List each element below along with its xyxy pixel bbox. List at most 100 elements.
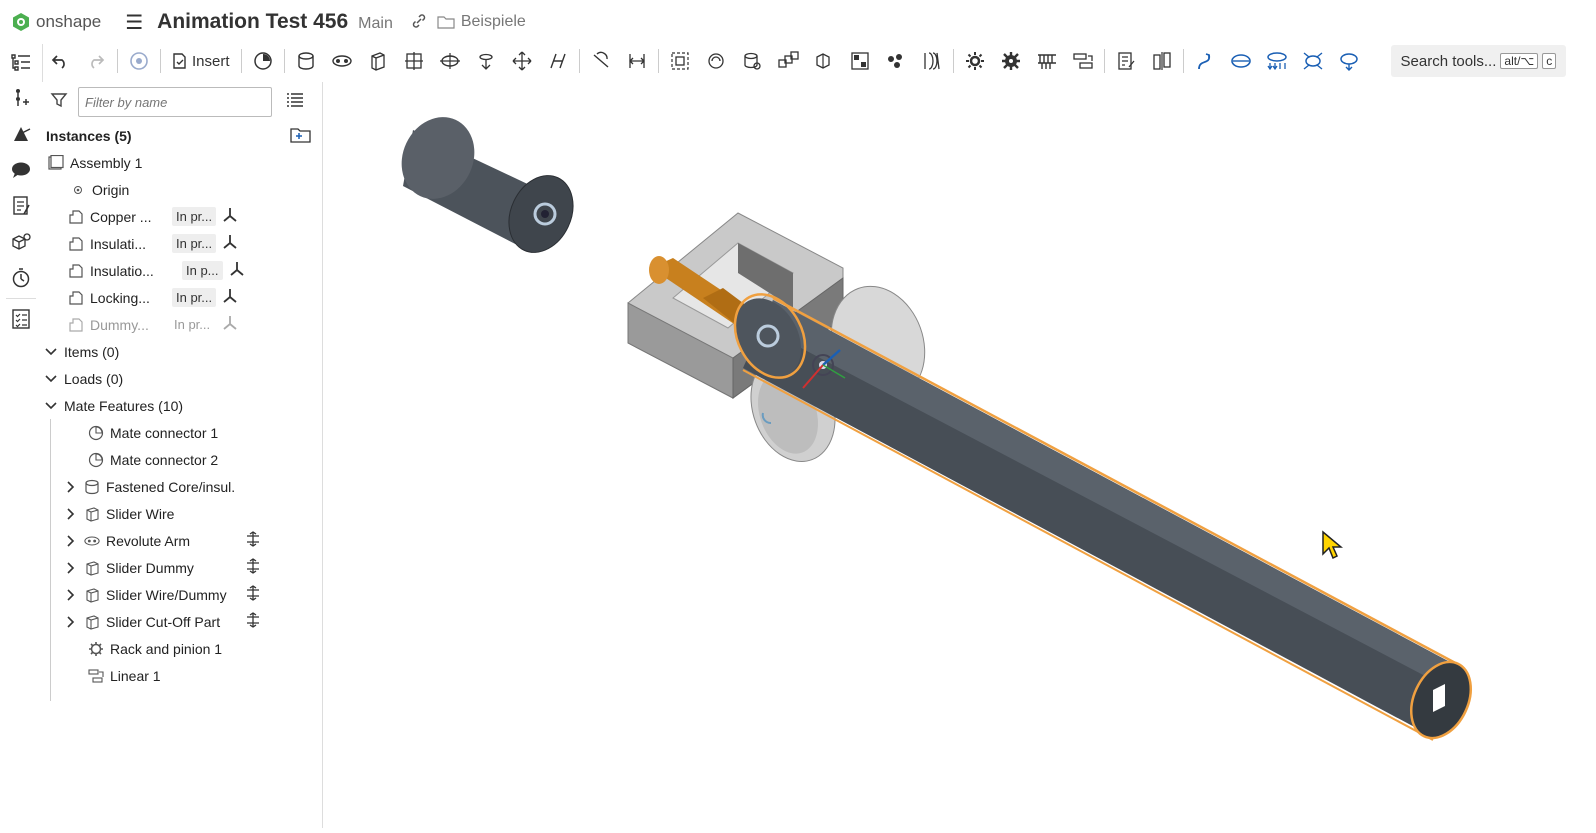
simulation-icon[interactable] — [1259, 46, 1295, 76]
width-mate-icon[interactable] — [619, 46, 655, 76]
mate-row[interactable]: Slider Wire — [42, 500, 322, 527]
mate-label: Linear 1 — [110, 667, 161, 684]
mate-connector-triad-icon[interactable] — [229, 261, 245, 280]
mirror-icon[interactable] — [842, 46, 878, 76]
list-view-icon[interactable] — [286, 92, 304, 113]
limits-icon[interactable] — [246, 612, 260, 631]
mate-connector-triad-icon[interactable] — [222, 315, 238, 334]
replicate-icon[interactable] — [698, 46, 734, 76]
chevron-right-icon[interactable] — [64, 615, 78, 628]
slider-mate-icon — [84, 587, 100, 603]
part-icon — [68, 209, 84, 225]
animate-icon[interactable] — [1187, 46, 1223, 76]
motion-study-icon[interactable] — [1223, 46, 1259, 76]
selected-arm-part[interactable] — [721, 282, 1482, 748]
revolute-mate-icon[interactable] — [324, 46, 360, 76]
slider-mate-icon[interactable] — [360, 46, 396, 76]
graphics-viewport[interactable] — [323, 78, 1596, 828]
loads-icon[interactable] — [1295, 46, 1331, 76]
undo-icon[interactable] — [42, 46, 78, 76]
mate-features-header[interactable]: Mate Features (10) — [42, 392, 322, 419]
chevron-right-icon[interactable] — [64, 588, 78, 601]
mate-connector-icon[interactable] — [0, 116, 42, 152]
linear-pattern-icon[interactable] — [770, 46, 806, 76]
filter-input[interactable] — [78, 87, 272, 117]
mate-row[interactable]: Slider Cut-Off Part — [42, 608, 322, 635]
instances-icon[interactable] — [0, 80, 42, 116]
new-folder-icon[interactable] — [290, 126, 312, 147]
document-title[interactable]: Animation Test 456 — [157, 10, 348, 34]
screw-relation-icon[interactable] — [914, 46, 950, 76]
parts-icon[interactable] — [0, 224, 42, 260]
explode-view-icon[interactable] — [1144, 46, 1180, 76]
chevron-down-icon[interactable] — [44, 347, 58, 356]
insulation-part[interactable] — [389, 105, 586, 263]
mate-connector-tool-icon[interactable] — [245, 46, 281, 76]
notes-icon[interactable] — [0, 188, 42, 224]
mate-connector-triad-icon[interactable] — [222, 207, 238, 226]
chevron-down-icon[interactable] — [44, 374, 58, 383]
chevron-right-icon[interactable] — [64, 561, 78, 574]
mate-connector-triad-icon[interactable] — [222, 234, 238, 253]
feature-list-icon[interactable] — [0, 44, 42, 80]
pin-slot-mate-icon[interactable] — [468, 46, 504, 76]
instance-name: Copper ... — [90, 208, 152, 225]
mate-row[interactable]: Slider Wire/Dummy — [42, 581, 322, 608]
fastened-mate-icon[interactable] — [288, 46, 324, 76]
3d-model-view[interactable] — [323, 78, 1596, 828]
origin-row[interactable]: Origin — [42, 176, 322, 203]
loads-header[interactable]: Loads (0) — [42, 365, 322, 392]
items-header[interactable]: Items (0) — [42, 338, 322, 365]
mate-row[interactable]: Slider Dummy — [42, 554, 322, 581]
insert-button[interactable]: Insert — [164, 46, 238, 76]
cylindrical-mate-icon[interactable] — [432, 46, 468, 76]
onshape-logo[interactable]: onshape — [12, 12, 101, 32]
chevron-right-icon[interactable] — [64, 480, 78, 493]
gear-icon[interactable] — [957, 46, 993, 76]
rack-pinion-icon[interactable] — [993, 46, 1029, 76]
link-icon[interactable] — [411, 13, 427, 32]
search-tools-button[interactable]: Search tools... alt/⌥ c — [1390, 45, 1567, 77]
chevron-down-icon[interactable] — [44, 401, 58, 410]
assembly-row[interactable]: Assembly 1 — [42, 149, 322, 176]
filter-icon[interactable] — [50, 91, 68, 114]
checklist-icon[interactable] — [0, 301, 42, 337]
regenerate-icon[interactable] — [121, 46, 157, 76]
pattern-icon[interactable] — [734, 46, 770, 76]
comments-icon[interactable] — [0, 152, 42, 188]
mate-features-list: Mate connector 1 Mate connector 2 Fasten… — [42, 419, 322, 701]
mate-row[interactable]: Revolute Arm — [42, 527, 322, 554]
menu-icon[interactable]: ☰ — [125, 10, 143, 35]
mate-row[interactable]: Mate connector 1 — [42, 419, 322, 446]
mate-row[interactable]: Rack and pinion 1 — [42, 635, 322, 662]
animation-timer-icon[interactable] — [0, 260, 42, 296]
screw-icon[interactable] — [1029, 46, 1065, 76]
redo-icon[interactable] — [78, 46, 114, 76]
instance-row-locking[interactable]: Locking... In pr... — [42, 284, 322, 311]
limits-icon[interactable] — [246, 585, 260, 604]
simulation-settings-icon[interactable] — [1331, 46, 1367, 76]
instance-row-dummy[interactable]: Dummy... In pr... — [42, 311, 322, 338]
gear-relation-icon[interactable] — [878, 46, 914, 76]
ball-mate-icon[interactable] — [504, 46, 540, 76]
linear-relation-icon[interactable] — [1065, 46, 1101, 76]
mate-connector-triad-icon[interactable] — [222, 288, 238, 307]
group-icon[interactable] — [662, 46, 698, 76]
parallel-mate-icon[interactable] — [540, 46, 576, 76]
bom-icon[interactable] — [1108, 46, 1144, 76]
limits-icon[interactable] — [246, 531, 260, 550]
mate-row[interactable]: Mate connector 2 — [42, 446, 322, 473]
limits-icon[interactable] — [246, 558, 260, 577]
planar-mate-icon[interactable] — [396, 46, 432, 76]
instance-row-copper[interactable]: Copper ... In pr... — [42, 203, 322, 230]
folder-breadcrumb[interactable]: Beispiele — [437, 13, 526, 31]
instance-row-insulation-2[interactable]: Insulatio... In p... — [42, 257, 322, 284]
mate-row[interactable]: Linear 1 — [42, 662, 322, 689]
mate-row[interactable]: Fastened Core/insul. — [42, 473, 322, 500]
chevron-right-icon[interactable] — [64, 534, 78, 547]
instance-row-insulation-1[interactable]: Insulati... In pr... — [42, 230, 322, 257]
tangent-mate-icon[interactable] — [583, 46, 619, 76]
chevron-right-icon[interactable] — [64, 507, 78, 520]
branch-label[interactable]: Main — [358, 15, 393, 33]
circular-pattern-icon[interactable] — [806, 46, 842, 76]
